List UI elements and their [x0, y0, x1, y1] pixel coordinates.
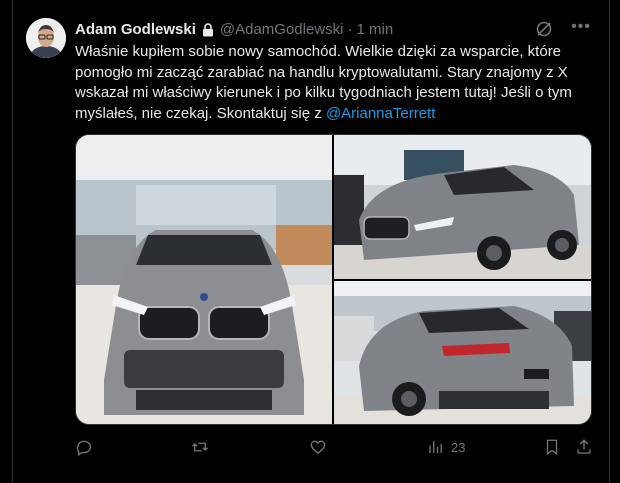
- share-icon: [577, 439, 591, 454]
- repost-icon: [192, 442, 208, 452]
- views-icon: [429, 441, 442, 453]
- views-count: 23: [451, 439, 466, 455]
- views-button[interactable]: 23: [427, 438, 465, 456]
- bookmark-icon: [546, 439, 558, 456]
- lock-icon: [202, 22, 214, 37]
- like-icon: [310, 440, 326, 454]
- timestamp[interactable]: 1 min: [356, 21, 393, 38]
- share-button[interactable]: [575, 438, 593, 456]
- tweet-body: Właśnie kupiłem sobie nowy samochód. Wie…: [75, 43, 572, 122]
- mention-link[interactable]: @AriannaTerrett: [326, 105, 435, 122]
- car-photo-front[interactable]: [76, 135, 332, 424]
- tweet-actions: 23: [75, 438, 595, 460]
- tweet-media: [75, 134, 592, 425]
- author-handle[interactable]: @AdamGodlewski: [220, 21, 344, 38]
- tweet-text: Właśnie kupiłem sobie nowy samochód. Wie…: [75, 42, 595, 124]
- reply-button[interactable]: [75, 438, 93, 456]
- bookmark-button[interactable]: [543, 438, 561, 456]
- author-name[interactable]: Adam Godlewski: [75, 21, 196, 38]
- car-photo-side[interactable]: [334, 135, 591, 279]
- car-photo-rear[interactable]: [334, 281, 591, 424]
- more-icon[interactable]: •••: [571, 18, 591, 36]
- separator-dot: ·: [347, 21, 353, 38]
- tweet[interactable]: Adam Godlewski @AdamGodlewski · 1 min ••…: [12, 0, 610, 483]
- grok-icon[interactable]: [535, 20, 553, 38]
- avatar[interactable]: [26, 18, 66, 58]
- tweet-header: Adam Godlewski @AdamGodlewski · 1 min: [75, 21, 393, 38]
- repost-button[interactable]: [191, 438, 209, 456]
- reply-icon: [77, 440, 92, 456]
- like-button[interactable]: [309, 438, 327, 456]
